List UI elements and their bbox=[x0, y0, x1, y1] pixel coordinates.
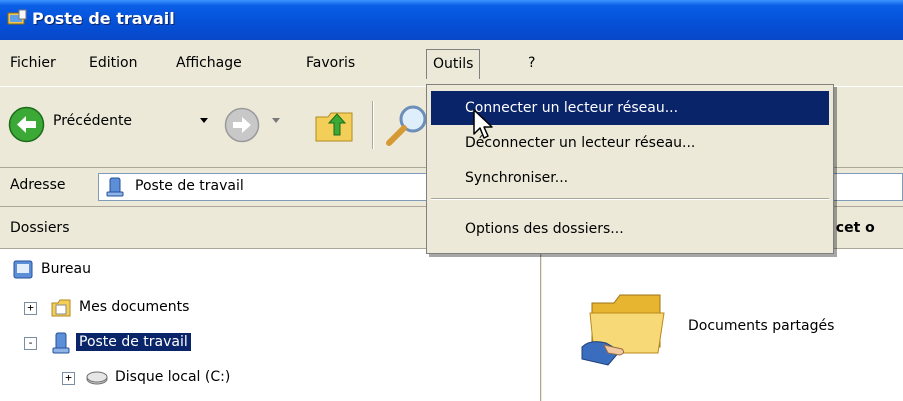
menu-outils[interactable]: Outils bbox=[426, 49, 481, 79]
address-label: Adresse bbox=[10, 177, 66, 193]
forward-dropdown-icon[interactable] bbox=[272, 118, 280, 123]
collapse-icon[interactable]: - bbox=[24, 337, 37, 350]
shared-folder-icon[interactable] bbox=[580, 289, 670, 369]
menu-bar: Fichier Edition Affichage Favoris Outils… bbox=[0, 40, 903, 87]
my-computer-icon bbox=[7, 9, 27, 25]
menu-favoris[interactable]: Favoris bbox=[306, 53, 355, 73]
tree-item-poste-de-travail[interactable]: - Poste de travail bbox=[24, 332, 324, 356]
my-computer-icon bbox=[106, 177, 124, 197]
window-title: Poste de travail bbox=[32, 9, 175, 28]
mouse-cursor-icon bbox=[473, 109, 493, 139]
menu-edition[interactable]: Edition bbox=[89, 53, 137, 73]
tree-label-bureau: Bureau bbox=[41, 261, 91, 277]
tree-item-mes-documents[interactable]: + Mes documents bbox=[24, 297, 324, 321]
hard-drive-icon bbox=[86, 371, 108, 385]
tree-item-bureau[interactable]: Bureau bbox=[12, 259, 312, 283]
folders-pane-title: Dossiers bbox=[10, 220, 70, 236]
tree-label-poste-de-travail: Poste de travail bbox=[76, 333, 191, 351]
search-icon[interactable] bbox=[385, 103, 429, 147]
menu-fichier[interactable]: Fichier bbox=[10, 53, 56, 73]
toolbar-separator bbox=[372, 101, 374, 149]
back-arrow-icon[interactable] bbox=[8, 106, 45, 143]
back-button-label[interactable]: Précédente bbox=[53, 113, 132, 129]
forward-arrow-icon[interactable] bbox=[224, 107, 260, 143]
back-dropdown-icon[interactable] bbox=[200, 118, 208, 123]
shared-documents-label[interactable]: Documents partagés bbox=[688, 318, 834, 334]
tree-label-mes-documents: Mes documents bbox=[79, 299, 190, 315]
menu-help[interactable]: ? bbox=[528, 53, 535, 73]
expand-icon[interactable]: + bbox=[24, 302, 37, 315]
tree-item-disque-local[interactable]: + Disque local (C:) bbox=[62, 367, 362, 391]
folder-up-icon[interactable] bbox=[314, 105, 356, 145]
menu-item-synchronize[interactable]: Synchroniser... bbox=[431, 161, 829, 195]
desktop-icon bbox=[13, 260, 33, 279]
address-value: Poste de travail bbox=[135, 178, 244, 194]
my-computer-icon bbox=[52, 332, 70, 354]
title-bar: Poste de travail bbox=[0, 0, 903, 40]
expand-icon[interactable]: + bbox=[62, 372, 75, 385]
tree-label-disque-local: Disque local (C:) bbox=[115, 369, 231, 385]
menu-item-folder-options[interactable]: Options des dossiers... bbox=[431, 212, 829, 246]
my-documents-icon bbox=[51, 299, 71, 317]
menu-affichage[interactable]: Affichage bbox=[176, 53, 242, 73]
menu-separator bbox=[431, 198, 829, 200]
